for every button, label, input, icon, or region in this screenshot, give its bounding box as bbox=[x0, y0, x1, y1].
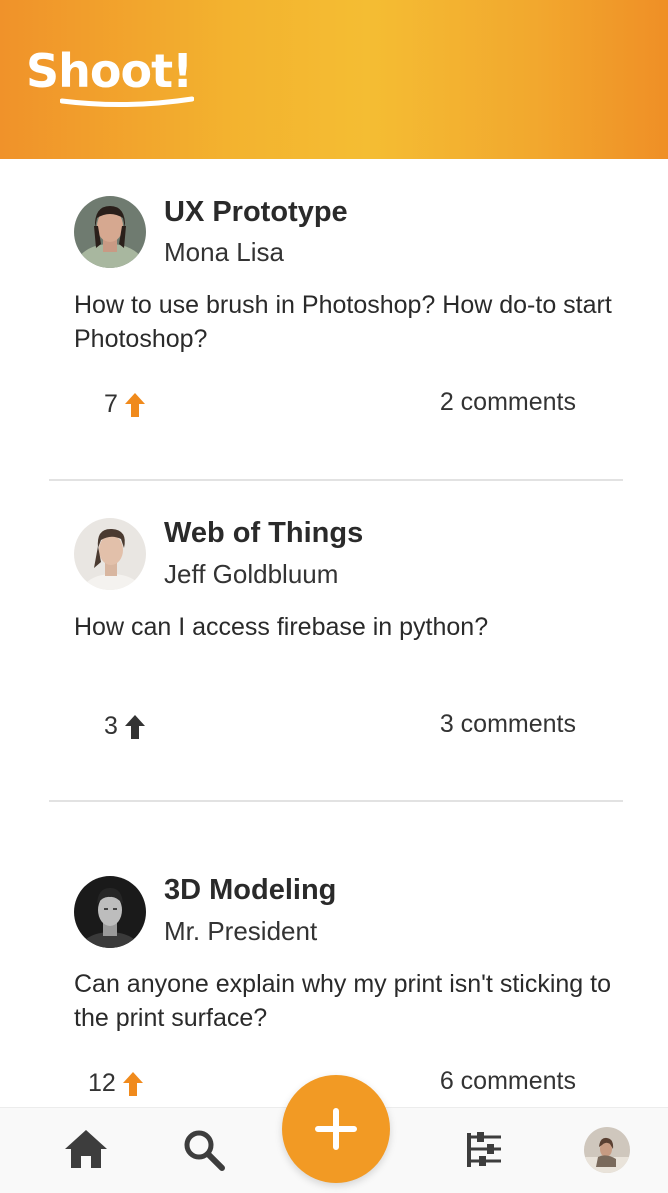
filter-icon[interactable] bbox=[465, 1131, 505, 1169]
author-avatar[interactable] bbox=[74, 876, 146, 948]
vote-count: 3 bbox=[104, 712, 118, 740]
post-author[interactable]: Mr. President bbox=[164, 916, 317, 947]
vote-counter: 3 bbox=[104, 712, 146, 741]
comments-link[interactable]: 3 comments bbox=[440, 710, 576, 739]
comments-link[interactable]: 2 comments bbox=[440, 388, 576, 417]
home-icon[interactable] bbox=[64, 1128, 108, 1170]
post-question[interactable]: How to use brush in Photoshop? How do-to… bbox=[74, 288, 614, 356]
profile-avatar[interactable] bbox=[584, 1127, 630, 1173]
app-header: Shoot! bbox=[0, 0, 668, 159]
upvote-arrow-icon[interactable] bbox=[124, 392, 146, 418]
post-title[interactable]: UX Prototype bbox=[164, 196, 348, 229]
post-divider bbox=[49, 479, 623, 481]
add-post-button[interactable] bbox=[282, 1075, 390, 1183]
plus-icon bbox=[315, 1108, 357, 1150]
app-logo[interactable]: Shoot! bbox=[26, 48, 193, 94]
post-divider bbox=[49, 800, 623, 802]
upvote-arrow-icon[interactable] bbox=[122, 1071, 144, 1097]
upvote-arrow-icon[interactable] bbox=[124, 714, 146, 740]
vote-counter: 7 bbox=[104, 390, 146, 419]
post-author[interactable]: Mona Lisa bbox=[164, 237, 284, 268]
post-question[interactable]: How can I access firebase in python? bbox=[74, 610, 614, 644]
post-title[interactable]: Web of Things bbox=[164, 517, 363, 550]
vote-count: 7 bbox=[104, 390, 118, 418]
post-author[interactable]: Jeff Goldbluum bbox=[164, 559, 338, 590]
search-icon[interactable] bbox=[183, 1129, 225, 1171]
author-avatar[interactable] bbox=[74, 518, 146, 590]
vote-counter: 12 bbox=[88, 1069, 144, 1098]
vote-count: 12 bbox=[88, 1069, 116, 1097]
post-question[interactable]: Can anyone explain why my print isn't st… bbox=[74, 967, 614, 1035]
post-title[interactable]: 3D Modeling bbox=[164, 874, 336, 907]
comments-link[interactable]: 6 comments bbox=[440, 1067, 576, 1096]
logo-smile-underline bbox=[60, 96, 194, 108]
author-avatar[interactable] bbox=[74, 196, 146, 268]
